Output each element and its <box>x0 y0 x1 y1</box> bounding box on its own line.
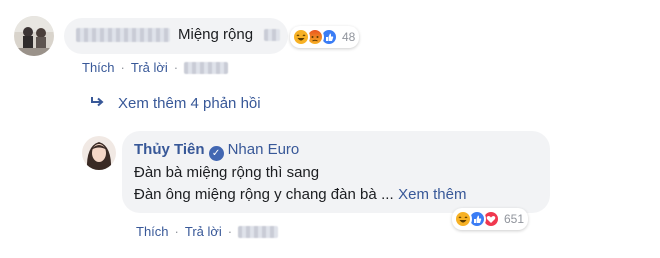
reply-link[interactable]: Trả lời <box>131 60 168 75</box>
haha-icon <box>454 210 472 228</box>
see-more-link[interactable]: Xem thêm <box>398 186 466 203</box>
comment-line-1: Đàn bà miệng rộng thì sang <box>134 164 320 181</box>
comment-text: Miệng rộng <box>178 26 254 43</box>
comment-actions: Thích · Trả lời · <box>82 60 229 75</box>
like-link[interactable]: Thích <box>82 60 115 75</box>
separator: · <box>173 60 179 75</box>
haha-icon <box>292 28 310 46</box>
like-link[interactable]: Thích <box>136 224 169 239</box>
blurred-timestamp <box>238 225 279 238</box>
tagged-user[interactable]: Nhan Euro <box>228 141 300 158</box>
separator: · <box>227 224 233 239</box>
ellipsis: ... <box>381 186 394 203</box>
avatar[interactable] <box>82 136 116 170</box>
view-more-replies[interactable]: Xem thêm 4 phản hồi <box>90 95 261 112</box>
reaction-count: 651 <box>504 212 525 226</box>
blurred-timestamp <box>184 61 229 74</box>
comment-bubble: Thủy Tiên ✓ Nhan Euro Đàn bà miệng rộng th… <box>122 131 550 213</box>
author-name[interactable]: Thủy Tiên <box>134 141 205 158</box>
reaction-summary[interactable]: 48 <box>290 26 360 48</box>
view-more-label[interactable]: Xem thêm 4 phản hồi <box>118 95 261 112</box>
reply-arrow-icon <box>90 95 108 112</box>
blurred-text <box>264 29 280 41</box>
reply-link[interactable]: Trả lời <box>185 224 222 239</box>
blurred-author-name <box>76 28 170 42</box>
comment-actions: Thích · Trả lời · <box>136 224 279 239</box>
avatar[interactable] <box>14 16 54 56</box>
separator: · <box>174 224 179 239</box>
verified-badge-icon: ✓ <box>208 146 224 161</box>
separator: · <box>120 60 125 75</box>
comment-line-2: Đàn ông miệng rộng y chang đàn bà <box>134 186 377 203</box>
comment-bubble: Miệng rộng <box>64 18 288 54</box>
reaction-summary[interactable]: 651 <box>452 208 529 230</box>
reaction-count: 48 <box>342 30 356 44</box>
